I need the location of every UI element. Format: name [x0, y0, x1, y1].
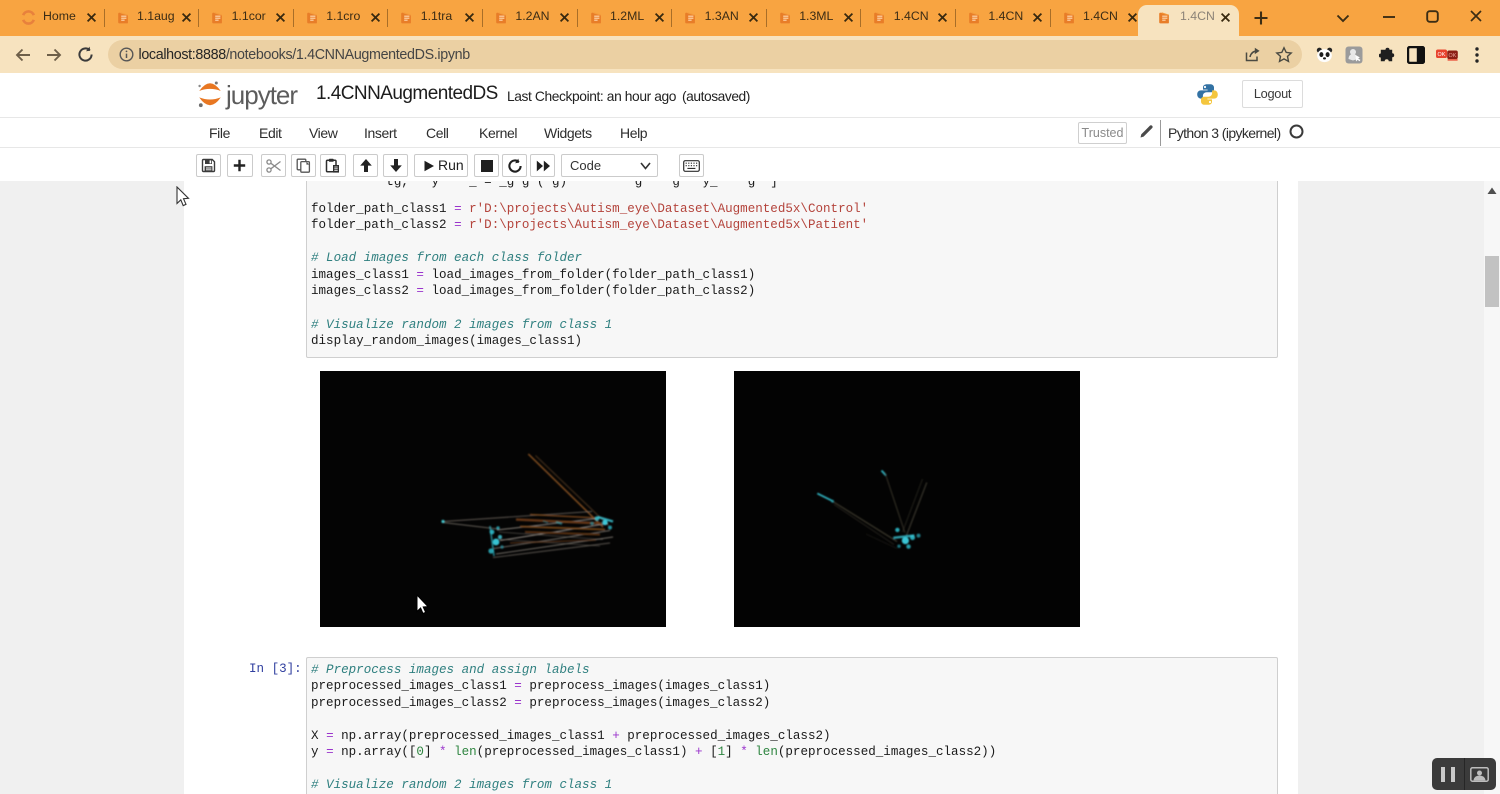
svg-text:OK: OK: [1438, 52, 1446, 58]
svg-text:OK: OK: [1449, 53, 1457, 59]
